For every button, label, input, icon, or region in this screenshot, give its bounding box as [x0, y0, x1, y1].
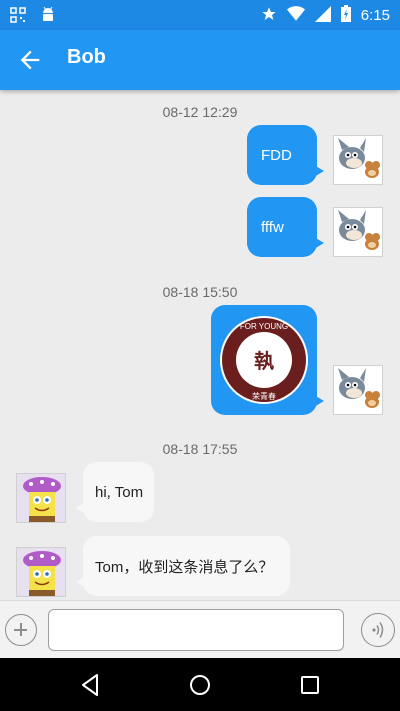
- plus-circle-icon[interactable]: [5, 614, 37, 646]
- message-text: fffw: [261, 218, 284, 236]
- tom-jerry-avatar-icon: [334, 136, 382, 184]
- for-young-logo-image: FOR YOUNG 執 荣青春: [220, 316, 308, 404]
- avatar-bob[interactable]: [16, 473, 66, 523]
- message-timestamp: 08-18 17:55: [162, 441, 238, 457]
- svg-text:FOR YOUNG: FOR YOUNG: [240, 322, 288, 331]
- message-text: FDD: [261, 146, 292, 164]
- incoming-message-bubble[interactable]: hi, Tom: [76, 462, 154, 522]
- avatar-tom[interactable]: [333, 207, 383, 257]
- tom-jerry-avatar-icon: [334, 208, 382, 256]
- android-icon: [40, 6, 56, 28]
- message-input[interactable]: [48, 609, 344, 651]
- message-input-bar: [0, 600, 400, 658]
- back-triangle-icon[interactable]: [77, 672, 103, 698]
- system-nav-bar: [0, 658, 400, 711]
- status-bar: 6:15: [0, 0, 400, 30]
- chat-title: Bob: [67, 46, 106, 68]
- outgoing-message-bubble[interactable]: fffw: [247, 197, 324, 257]
- battery-icon: [340, 5, 351, 26]
- voice-button[interactable]: [361, 613, 395, 647]
- avatar-tom[interactable]: [333, 135, 383, 185]
- tom-jerry-avatar-icon: [334, 366, 382, 414]
- spongebob-avatar-icon: [17, 548, 65, 596]
- status-time: 6:15: [360, 7, 390, 24]
- avatar-bob[interactable]: [16, 547, 66, 597]
- outgoing-image-bubble[interactable]: FOR YOUNG 執 荣青春: [211, 305, 324, 415]
- message-text: hi, Tom: [95, 483, 144, 501]
- recents-square-icon[interactable]: [297, 672, 323, 698]
- back-button[interactable]: [16, 46, 44, 74]
- spongebob-avatar-icon: [17, 474, 65, 522]
- outgoing-message-bubble[interactable]: FDD: [247, 125, 324, 185]
- svg-text:執: 執: [254, 349, 274, 373]
- wifi-icon: [286, 5, 305, 26]
- chat-list[interactable]: 08-12 12:29 FDD fffw 08-18 15:50 FOR YOU…: [0, 90, 400, 600]
- home-circle-icon[interactable]: [187, 672, 213, 698]
- avatar-tom[interactable]: [333, 365, 383, 415]
- message-timestamp: 08-18 15:50: [162, 284, 238, 300]
- message-text: Tom，收到这条消息了么？: [95, 558, 274, 576]
- arrow-back-icon: [20, 50, 40, 70]
- notification-icon: [10, 7, 26, 27]
- message-timestamp: 08-12 12:29: [162, 104, 238, 120]
- star-icon: [261, 6, 277, 26]
- voice-icon: [371, 621, 383, 638]
- incoming-message-bubble[interactable]: Tom，收到这条消息了么？: [76, 536, 290, 596]
- app-bar: Bob: [0, 30, 400, 90]
- svg-text:荣青春: 荣青春: [252, 391, 276, 401]
- signal-icon: [314, 5, 331, 26]
